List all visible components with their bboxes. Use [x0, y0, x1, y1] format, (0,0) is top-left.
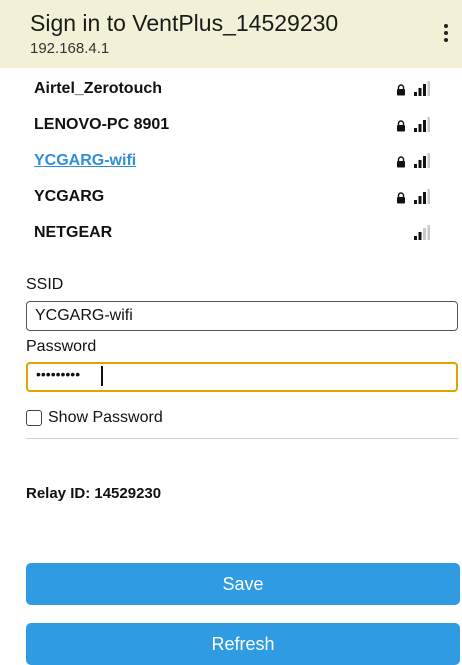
save-button[interactable]: Save	[26, 563, 460, 605]
network-name[interactable]: LENOVO-PC 8901	[34, 116, 169, 134]
more-vertical-icon[interactable]	[440, 22, 452, 44]
page-title: Sign in to VentPlus_14529230	[30, 10, 339, 36]
wifi-signal-icon	[414, 225, 430, 240]
show-password-checkbox[interactable]	[26, 410, 42, 426]
network-item[interactable]: YCGARG	[0, 180, 462, 216]
ssid-label: SSID	[26, 276, 64, 293]
network-name[interactable]: YCGARG	[34, 188, 104, 206]
relay-id: Relay ID: 14529230	[26, 485, 162, 502]
network-item[interactable]: NETGEAR	[0, 216, 462, 252]
divider	[26, 438, 458, 439]
password-input[interactable]	[26, 362, 458, 392]
page-address: 192.168.4.1	[30, 40, 110, 57]
password-value: •••••••••	[36, 366, 81, 382]
wifi-signal-icon	[414, 153, 430, 168]
lock-icon	[397, 120, 405, 132]
network-item[interactable]: LENOVO-PC 8901	[0, 108, 462, 144]
wifi-signal-icon	[414, 189, 430, 204]
network-item-selected[interactable]: YCGARG-wifi	[0, 144, 462, 180]
show-password-label[interactable]: Show Password	[48, 409, 163, 427]
lock-icon	[397, 84, 405, 96]
network-name[interactable]: Airtel_Zerotouch	[34, 80, 162, 98]
wifi-signal-icon	[414, 117, 430, 132]
app-header: Sign in to VentPlus_14529230 192.168.4.1	[0, 0, 462, 68]
network-item[interactable]: Airtel_Zerotouch	[0, 72, 462, 108]
refresh-button[interactable]: Refresh	[26, 623, 460, 665]
network-name[interactable]: YCGARG-wifi	[34, 152, 136, 170]
text-caret	[101, 366, 103, 386]
ssid-input[interactable]	[26, 301, 458, 331]
lock-icon	[397, 156, 405, 168]
network-name[interactable]: NETGEAR	[34, 224, 112, 242]
lock-icon	[397, 192, 405, 204]
wifi-signal-icon	[414, 81, 430, 96]
password-label: Password	[26, 338, 97, 355]
